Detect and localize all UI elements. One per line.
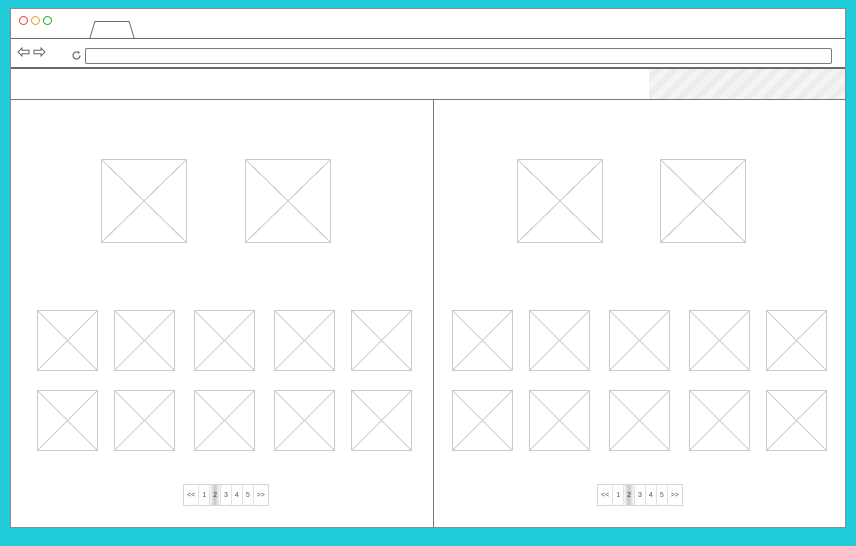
left-panel: << 1 2 3 4 5 >>	[25, 100, 432, 527]
pagination: << 1 2 3 4 5 >>	[183, 484, 269, 506]
thumbnail-placeholder[interactable]	[194, 310, 255, 371]
forward-arrow-icon[interactable]	[33, 47, 46, 57]
address-bar	[11, 39, 845, 67]
featured-image-placeholder	[101, 159, 187, 243]
page-header-bar	[11, 69, 845, 99]
thumbnail-placeholder[interactable]	[689, 310, 750, 371]
refresh-icon[interactable]	[71, 48, 82, 66]
pagination-first[interactable]: <<	[184, 485, 200, 505]
thumbnail-placeholder[interactable]	[351, 390, 412, 451]
pagination-page-5[interactable]: 5	[657, 485, 668, 505]
pagination-page-2[interactable]: 2	[624, 485, 635, 505]
back-arrow-icon[interactable]	[17, 47, 30, 57]
pagination-page-3[interactable]: 3	[221, 485, 232, 505]
minimize-window-button[interactable]	[31, 16, 40, 25]
pagination-page-4[interactable]: 4	[646, 485, 657, 505]
thumbnail-placeholder[interactable]	[114, 310, 175, 371]
thumbnail-placeholder[interactable]	[37, 390, 98, 451]
thumbnail-placeholder[interactable]	[194, 390, 255, 451]
header-hatched-area	[649, 69, 845, 99]
featured-image-placeholder	[517, 159, 603, 243]
pagination-last[interactable]: >>	[668, 485, 682, 505]
thumbnail-placeholder[interactable]	[274, 390, 335, 451]
thumbnail-placeholder[interactable]	[37, 310, 98, 371]
thumbnail-placeholder[interactable]	[689, 390, 750, 451]
thumbnail-placeholder[interactable]	[274, 310, 335, 371]
thumbnail-placeholder[interactable]	[114, 390, 175, 451]
pagination-page-4[interactable]: 4	[232, 485, 243, 505]
pagination-page-5[interactable]: 5	[243, 485, 254, 505]
thumbnail-placeholder[interactable]	[452, 310, 513, 371]
thumbnail-placeholder[interactable]	[609, 390, 670, 451]
pagination-page-1[interactable]: 1	[199, 485, 211, 505]
thumbnail-placeholder[interactable]	[766, 390, 827, 451]
pagination-page-1[interactable]: 1	[613, 485, 625, 505]
featured-image-placeholder	[245, 159, 331, 243]
thumbnail-placeholder[interactable]	[529, 390, 590, 451]
pagination-page-3[interactable]: 3	[635, 485, 646, 505]
right-panel: << 1 2 3 4 5 >>	[441, 100, 845, 527]
panel-divider	[433, 100, 434, 527]
title-bar	[11, 9, 845, 39]
zoom-window-button[interactable]	[43, 16, 52, 25]
pagination: << 1 2 3 4 5 >>	[597, 484, 683, 506]
thumbnail-placeholder[interactable]	[766, 310, 827, 371]
close-window-button[interactable]	[19, 16, 28, 25]
window-controls	[19, 16, 52, 25]
thumbnail-placeholder[interactable]	[529, 310, 590, 371]
browser-window: << 1 2 3 4 5 >> << 1 2 3 4 5 >>	[10, 8, 846, 528]
thumbnail-placeholder[interactable]	[609, 310, 670, 371]
thumbnail-placeholder[interactable]	[351, 310, 412, 371]
pagination-page-2[interactable]: 2	[210, 485, 221, 505]
thumbnail-placeholder[interactable]	[452, 390, 513, 451]
url-input[interactable]	[85, 48, 832, 64]
browser-tab[interactable]	[89, 21, 135, 39]
featured-image-placeholder	[660, 159, 746, 243]
pagination-first[interactable]: <<	[598, 485, 614, 505]
pagination-last[interactable]: >>	[254, 485, 268, 505]
